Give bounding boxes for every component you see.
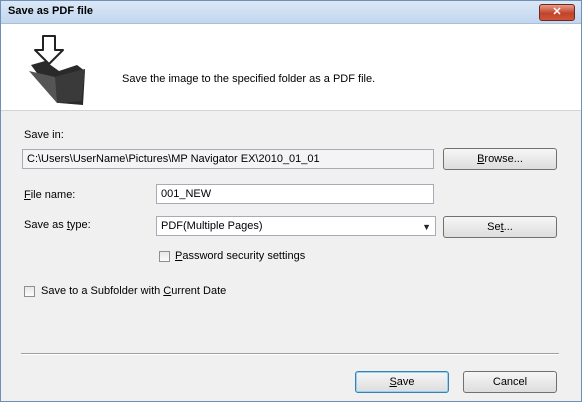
save-in-label: Save in: [24,129,64,141]
title-bar: Save as PDF file ✕ [1,1,581,24]
password-security-checkbox[interactable] [159,251,170,262]
save-mnemonic: S [389,376,397,388]
save-button[interactable]: Save [355,371,449,393]
pdf-save-folder-icon [29,35,85,105]
cancel-button[interactable]: Cancel [463,371,557,393]
save-as-pdf-dialog: Save as PDF file ✕ Save the image to the… [0,0,582,402]
subfolder-prefix: Save to a Subfolder with [41,285,164,297]
browse-label-rest: rowse... [484,153,523,165]
file-name-label: File name: [24,189,75,201]
save-in-path-field[interactable]: C:\Users\UserName\Pictures\MP Navigator … [22,149,434,169]
chevron-down-icon: ▼ [422,222,431,232]
set-prefix: Se [487,221,501,233]
set-button[interactable]: Set... [443,216,557,238]
header-description: Save the image to the specified folder a… [122,73,376,85]
footer-separator [21,353,559,355]
save-to-subfolder-label[interactable]: Save to a Subfolder with Current Date [41,285,226,297]
subfolder-rest: urrent Date [171,285,227,297]
save-label-rest: ave [396,376,415,388]
save-as-type-label: Save as type: [24,219,91,231]
password-label-rest: assword security settings [182,250,306,262]
dialog-header: Save the image to the specified folder a… [1,24,581,111]
set-rest: ... [503,221,513,233]
password-security-label[interactable]: Password security settings [175,250,305,262]
file-name-mnemonic: F [24,189,31,201]
save-as-type-value: PDF(Multiple Pages) [161,220,263,232]
close-button[interactable]: ✕ [539,4,575,21]
save-as-type-select[interactable]: PDF(Multiple Pages) ▼ [156,216,436,236]
browse-button[interactable]: Browse... [443,148,557,170]
save-as-type-rest: ype: [69,219,91,231]
dialog-title: Save as PDF file [8,5,93,17]
save-as-type-prefix: Save as [24,219,67,231]
close-icon: ✕ [552,6,562,18]
save-to-subfolder-checkbox[interactable] [24,286,35,297]
file-name-label-rest: ile name: [30,189,76,201]
file-name-input[interactable]: 001_NEW [156,184,434,204]
